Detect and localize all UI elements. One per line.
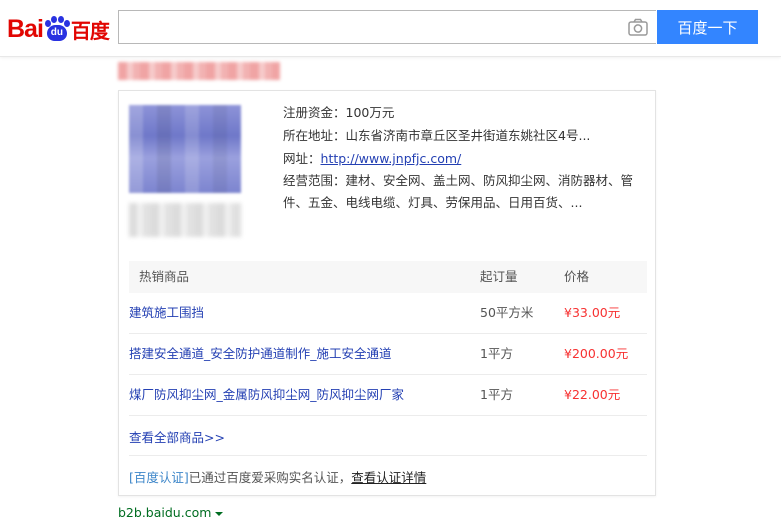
view-all-products-link[interactable]: 查看全部商品>> <box>129 427 225 446</box>
header-product: 热销商品 <box>139 269 190 284</box>
product-moq: 1平方 <box>480 387 513 402</box>
product-price: ¥22.00元 <box>564 387 621 402</box>
logo-chinese-text: 百度 <box>70 18 110 43</box>
table-row: 搭建安全通道_安全防护通道制作_施工安全通道 1平方 ¥200.00元 <box>129 334 647 375</box>
product-moq: 1平方 <box>480 346 513 361</box>
company-name <box>129 203 241 237</box>
table-row: 建筑施工围挡 50平方米 ¥33.00元 <box>129 293 647 334</box>
camera-icon[interactable] <box>628 18 648 36</box>
baidu-logo[interactable]: Bai du 百度 <box>7 14 111 44</box>
company-address: 所在地址：山东省济南市章丘区圣井街道东姚社区4号... <box>283 128 591 143</box>
product-moq: 50平方米 <box>480 305 534 320</box>
hot-products-table: 热销商品 起订量 价格 建筑施工围挡 50平方米 ¥33.00元 搭建安全通道_… <box>129 261 647 416</box>
source-url[interactable]: b2b.baidu.com <box>118 505 224 520</box>
logo-latin-text: Bai <box>7 14 44 43</box>
business-scope: 经营范围：建材、安全网、盖土网、防风抑尘网、消防器材、管件、五金、电线电缆、灯具… <box>283 173 634 210</box>
search-input[interactable] <box>119 11 609 43</box>
paw-icon: du <box>44 16 70 42</box>
table-header: 热销商品 起订量 价格 <box>129 261 647 293</box>
company-website: 网址：http://www.jnpfjc.com/ <box>283 151 462 166</box>
certification-details-link[interactable]: 查看认证详情 <box>351 470 426 485</box>
certification-text: 已通过百度爱采购实名认证， <box>188 470 352 485</box>
search-button[interactable]: 百度一下 <box>657 10 758 44</box>
divider <box>129 455 647 456</box>
certification-line: [百度认证]已通过百度爱采购实名认证，查看认证详情 <box>129 467 426 486</box>
logo-paw-text: du <box>46 25 67 41</box>
product-link[interactable]: 搭建安全通道_安全防护通道制作_施工安全通道 <box>129 334 392 374</box>
company-card: 注册资金：100万元 所在地址：山东省济南市章丘区圣井街道东姚社区4号... 网… <box>118 90 656 496</box>
product-link[interactable]: 建筑施工围挡 <box>129 293 204 333</box>
dropdown-arrow-icon[interactable] <box>215 511 224 516</box>
table-row: 煤厂防风抑尘网_金属防风抑尘网_防风抑尘网厂家 1平方 ¥22.00元 <box>129 375 647 416</box>
product-price: ¥200.00元 <box>564 346 629 361</box>
result-title-link[interactable] <box>118 62 280 80</box>
header-moq: 起订量 <box>480 269 518 284</box>
product-price: ¥33.00元 <box>564 305 621 320</box>
header-price: 价格 <box>564 269 590 284</box>
website-link[interactable]: http://www.jnpfjc.com/ <box>321 151 462 166</box>
search-box <box>118 10 656 44</box>
search-header: Bai du 百度 百度一下 <box>0 0 781 57</box>
registered-capital: 注册资金：100万元 <box>283 105 395 120</box>
certification-tag[interactable]: [百度认证] <box>129 470 189 485</box>
company-logo-image[interactable] <box>129 105 241 193</box>
product-link[interactable]: 煤厂防风抑尘网_金属防风抑尘网_防风抑尘网厂家 <box>129 375 404 415</box>
company-info: 注册资金：100万元 所在地址：山东省济南市章丘区圣井街道东姚社区4号... 网… <box>283 101 653 214</box>
